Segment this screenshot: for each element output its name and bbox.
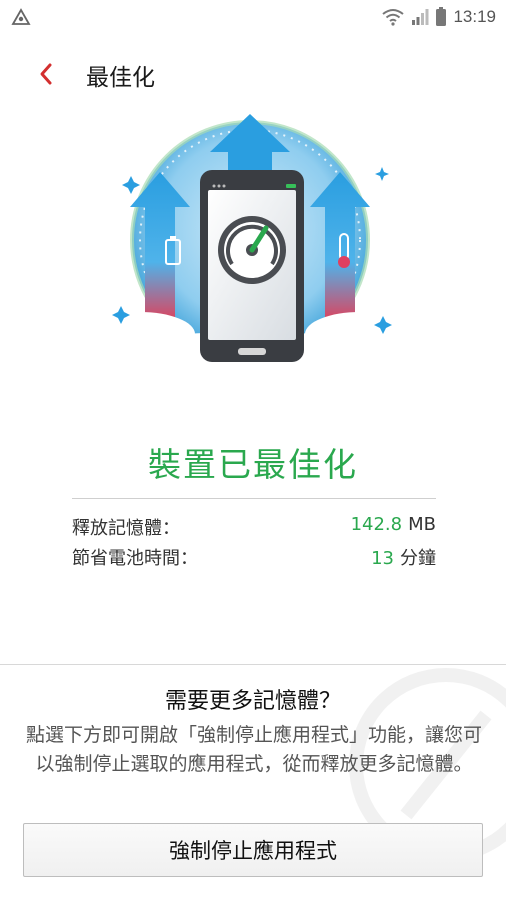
status-time: 13:19 bbox=[453, 7, 496, 26]
notification-icon bbox=[11, 8, 31, 25]
stat-number: 13 bbox=[371, 548, 394, 569]
back-button[interactable] bbox=[28, 54, 64, 94]
optimized-phone-illustration bbox=[85, 114, 415, 372]
stat-label: 節省電池時間： bbox=[72, 548, 198, 569]
signal-icon bbox=[412, 9, 429, 25]
stat-label: 釋放記憶體： bbox=[72, 518, 180, 539]
status-bar: 13:19 bbox=[0, 0, 506, 36]
more-memory-panel: 需要更多記憶體？ 點選下方即可開啟「強制停止應用程式」功能，讓您可以強制停止選取… bbox=[0, 664, 506, 901]
force-stop-apps-button[interactable]: 強制停止應用程式 bbox=[23, 823, 483, 877]
stat-number: 142.8 bbox=[350, 514, 403, 535]
divider bbox=[72, 498, 436, 499]
optimized-status-title: 裝置已最佳化 bbox=[148, 445, 358, 484]
chevron-left-icon bbox=[40, 63, 52, 85]
stat-value: 13 分鐘 bbox=[371, 544, 436, 570]
stat-value: 142.8 MB bbox=[351, 514, 436, 535]
status-icons: 13:19 bbox=[381, 6, 496, 28]
promo-description: 點選下方即可開啟「強制停止應用程式」功能，讓您可以強制停止選取的應用程式，從而釋… bbox=[26, 724, 483, 775]
promo-title: 需要更多記憶體？ bbox=[164, 689, 341, 714]
wifi-icon bbox=[382, 9, 405, 26]
app-bar: 最佳化 bbox=[0, 50, 506, 98]
stat-row-battery: 節省電池時間： 13 分鐘 bbox=[72, 544, 436, 570]
stat-row-memory: 釋放記憶體： 142.8 MB bbox=[72, 514, 436, 540]
stat-unit: MB bbox=[408, 514, 436, 535]
battery-icon bbox=[436, 7, 447, 26]
stat-unit: 分鐘 bbox=[400, 548, 436, 569]
page-title: 最佳化 bbox=[86, 65, 155, 91]
